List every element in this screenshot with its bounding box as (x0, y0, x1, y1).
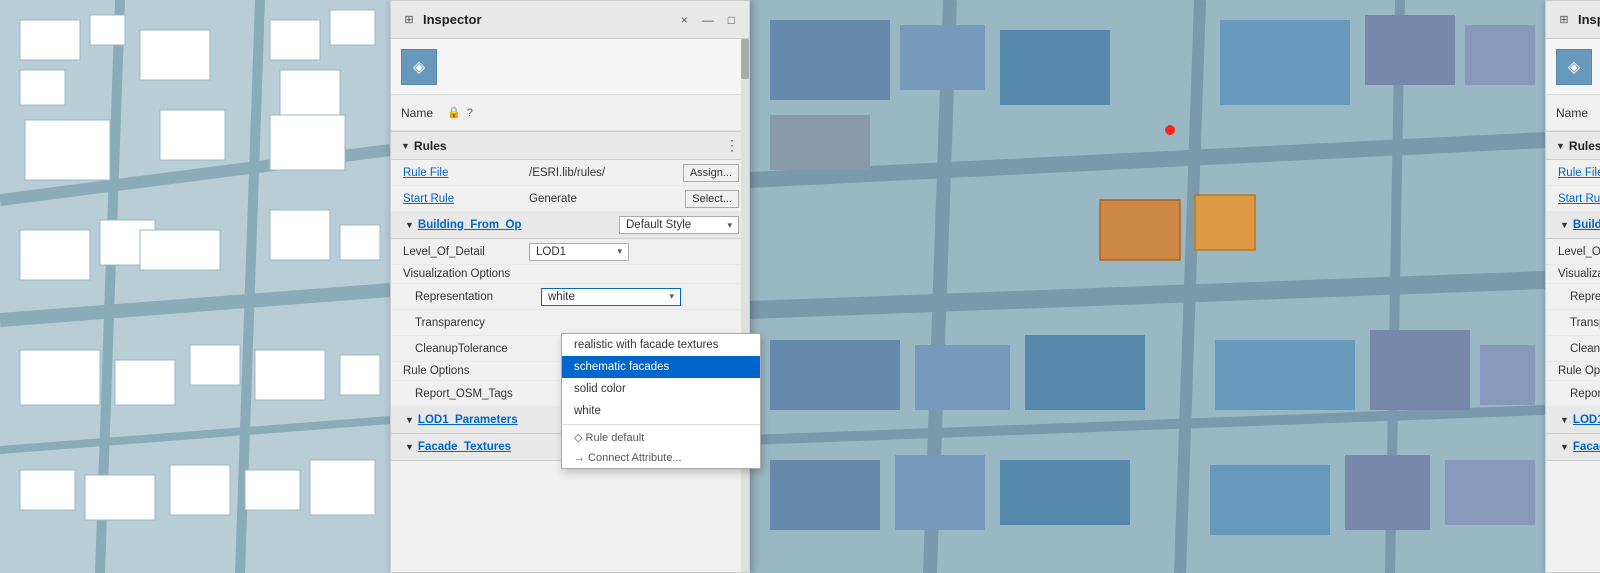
layer-icon-area-right: ◈ (1546, 39, 1600, 95)
layer-icon-area-left: ◈ (391, 39, 749, 95)
dropdown-item-solid[interactable]: solid color (562, 378, 760, 400)
lod-label-right: Level_Of_Detail (1558, 246, 1600, 258)
cleanup-label-left: CleanupTolerance (415, 343, 535, 355)
rules-collapse-right: ▼ (1556, 141, 1565, 151)
facade-label-left[interactable]: Facade_Textures (418, 441, 511, 453)
rules-section-left[interactable]: ▼ Rules ⋮ (391, 131, 749, 160)
transparency-label-right: Transparency (1570, 317, 1600, 329)
rules-label-right: Rules (1569, 139, 1600, 153)
rule-file-row-right: Rule File /ESRI.lib/rules/ Assign... (1546, 160, 1600, 186)
map-left (0, 0, 390, 573)
rules-label-left: Rules (414, 139, 447, 153)
close-button-left[interactable]: × (677, 11, 692, 29)
grid-icon: ⊞ (401, 12, 417, 28)
rule-file-label-right[interactable]: Rule File (1558, 167, 1600, 179)
start-rule-row-left: Start Rule Generate Select... (391, 186, 749, 212)
lod1-collapse-right: ▼ (1560, 415, 1569, 425)
representation-select-left[interactable]: white ▾ (541, 288, 681, 306)
dropdown-item-schematic[interactable]: schematic facades (562, 356, 760, 378)
lod-row-left: Level_Of_Detail LOD1 ▾ (391, 239, 749, 265)
name-row-right: Name 🔒 ? (1546, 95, 1600, 131)
vis-options-label-left: Visualization Options (391, 265, 749, 284)
lock-icon-left: 🔒 (447, 106, 461, 119)
transparency-label-left: Transparency (415, 317, 535, 329)
rules-section-right[interactable]: ▼ Rules ⋮ (1546, 131, 1600, 160)
building-section-left[interactable]: ▼ Building_From_Op Default Style ▾ (391, 212, 749, 239)
rules-props-left: Rule File /ESRI.lib/rules/ Assign... Sta… (391, 160, 749, 212)
dropdown-item-realistic[interactable]: realistic with facade textures (562, 334, 760, 356)
map-right (750, 0, 1545, 573)
rules-dots-left[interactable]: ⋮ (725, 137, 739, 154)
panel-title-right: Inspector (1578, 12, 1600, 27)
name-label-right: Name (1556, 106, 1596, 120)
name-row-left: Name 🔒 ? (391, 95, 749, 131)
rules-collapse-left: ▼ (401, 141, 410, 151)
report-label-left: Report_OSM_Tags (415, 388, 535, 400)
cleanup-row-right: CleanupTolerance 0 ▾ (1546, 336, 1600, 362)
maximize-button-left[interactable]: □ (724, 11, 739, 29)
facade-collapse-right: ▼ (1560, 442, 1569, 452)
facade-collapse-left: ▼ (405, 442, 414, 452)
facade-section-right[interactable]: ▼ Facade_Textures Default Style ▾ (1546, 434, 1600, 461)
assign-btn-left[interactable]: Assign... (683, 164, 739, 182)
building-collapse-right: ▼ (1560, 220, 1569, 230)
building-collapse-left: ▼ (405, 220, 414, 230)
vis-options-label-right: Visualization Options (1546, 265, 1600, 284)
building-label-left[interactable]: Building_From_Op (418, 219, 522, 231)
lod1-label-right[interactable]: LOD1_Parameters (1573, 414, 1600, 426)
start-rule-row-right: Start Rule Generate Select... (1546, 186, 1600, 212)
select-btn-left[interactable]: Select... (685, 190, 739, 208)
building-section-right[interactable]: ▼ Building_From_Op Default Style ▾ (1546, 212, 1600, 239)
report-row-right: Report_OSM_Tags × Disabled ▾ (1546, 381, 1600, 407)
rule-file-value-left: /ESRI.lib/rules/ (529, 167, 677, 179)
minimize-button-left[interactable]: — (698, 11, 718, 29)
lod-select-left[interactable]: LOD1 ▾ (529, 243, 629, 261)
building-style-arrow-left: ▾ (727, 220, 732, 231)
start-rule-label-left[interactable]: Start Rule (403, 193, 523, 205)
lod1-label-left[interactable]: LOD1_Parameters (418, 414, 518, 426)
scrollbar-left[interactable] (741, 39, 749, 572)
lod-label-left: Level_Of_Detail (403, 246, 523, 258)
building-props-right: Level_Of_Detail LOD1 ▾ Visualization Opt… (1546, 239, 1600, 407)
scrollbar-thumb-left[interactable] (741, 39, 749, 79)
representation-dropdown-left[interactable]: realistic with facade textures schematic… (561, 333, 761, 469)
dropdown-item-rule-default[interactable]: ◇ Rule default (562, 427, 760, 448)
panel-title-left: Inspector (423, 12, 671, 27)
rule-options-label-right: Rule Options (1546, 362, 1600, 381)
inspector-panel-left: ⊞ Inspector × — □ ◈ Name 🔒 ? ▼ Rules ⋮ R… (390, 0, 750, 573)
building-style-value-left: Default Style (626, 219, 723, 231)
representation-label-left: Representation (415, 291, 535, 303)
lod-row-right: Level_Of_Detail LOD1 ▾ (1546, 239, 1600, 265)
help-icon-left[interactable]: ? (467, 107, 473, 119)
layer-icon-right: ◈ (1556, 49, 1592, 85)
panel-header-left: ⊞ Inspector × — □ (391, 1, 749, 39)
report-label-right: Report_OSM_Tags (1570, 388, 1600, 400)
rule-file-row-left: Rule File /ESRI.lib/rules/ Assign... (391, 160, 749, 186)
rules-props-right: Rule File /ESRI.lib/rules/ Assign... Sta… (1546, 160, 1600, 212)
dropdown-item-connect[interactable]: → Connect Attribute... (562, 448, 760, 468)
representation-row-right: Representation schematic facades ▾ (1546, 284, 1600, 310)
building-style-select-left[interactable]: Default Style ▾ (619, 216, 739, 234)
lod-arrow-left: ▾ (617, 246, 622, 257)
building-label-right[interactable]: Building_From_Op (1573, 219, 1600, 231)
representation-value-left: white (548, 291, 665, 303)
cleanup-label-right: CleanupTolerance (1570, 343, 1600, 355)
lod1-collapse-left: ▼ (405, 415, 414, 425)
facade-label-right[interactable]: Facade_Textures (1573, 441, 1600, 453)
inspector-panel-right: ⊞ Inspector × — □ ◈ Name 🔒 ? ▼ Rules ⋮ R… (1545, 0, 1600, 573)
transparency-row-right: Transparency 0 ▾ (1546, 310, 1600, 336)
representation-arrow-left: ▾ (669, 291, 674, 302)
name-label-left: Name (401, 106, 441, 120)
lod1-section-right[interactable]: ▼ LOD1_Parameters Default Style ▾ (1546, 407, 1600, 434)
grid-icon-right: ⊞ (1556, 12, 1572, 28)
representation-label-right: Representation (1570, 291, 1600, 303)
representation-row-left: Representation white ▾ (391, 284, 749, 310)
dropdown-item-white[interactable]: white (562, 400, 760, 422)
rule-file-label-left[interactable]: Rule File (403, 167, 523, 179)
panel-header-right: ⊞ Inspector × — □ (1546, 1, 1600, 39)
start-rule-value-left: Generate (529, 193, 679, 205)
lod-value-left: LOD1 (536, 246, 613, 258)
layer-icon-left: ◈ (401, 49, 437, 85)
start-rule-label-right[interactable]: Start Rule (1558, 193, 1600, 205)
